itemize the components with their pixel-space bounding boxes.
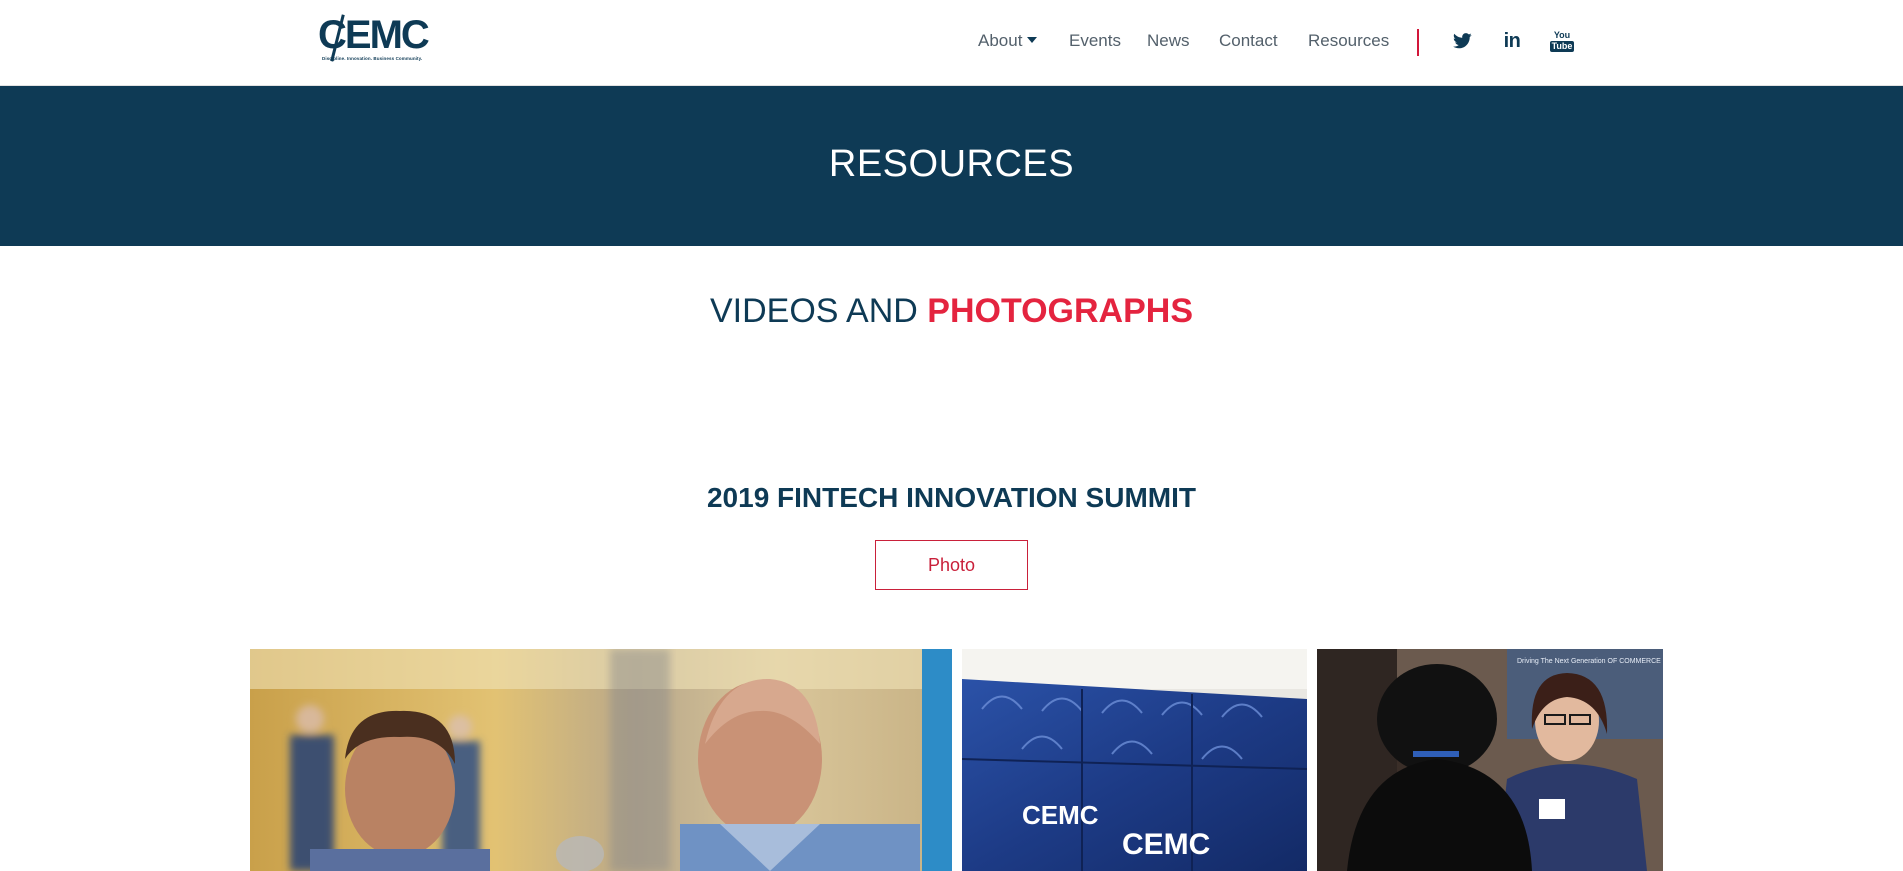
screen-text: Driving The Next Generation OF COMMERCE — [1517, 658, 1661, 665]
nav-item-about-label: About — [978, 31, 1023, 50]
youtube-icon[interactable]: You Tube — [1549, 28, 1575, 54]
logo-tagline: Discipline. Innovation. Business Communi… — [322, 56, 423, 61]
section-heading: VIDEOS AND PHOTOGRAPHS — [0, 292, 1903, 331]
page-banner: RESOURCES — [0, 86, 1903, 246]
photo-two-men-talking — [250, 649, 952, 871]
gallery-photo-3[interactable]: Driving The Next Generation OF COMMERCE — [1317, 649, 1663, 871]
bag-brand-text-1: CEMC — [1022, 800, 1099, 830]
nav-item-news[interactable]: News — [1147, 31, 1190, 51]
linkedin-glyph: in — [1503, 29, 1521, 52]
photo-speaker-greeting: Driving The Next Generation OF COMMERCE — [1317, 649, 1663, 871]
nav-item-about[interactable]: About — [978, 31, 1038, 51]
photo-gift-bags: CEMC CEMC — [962, 649, 1307, 871]
youtube-glyph: You Tube — [1549, 29, 1575, 52]
event-title: 2019 FINTECH INNOVATION SUMMIT — [706, 482, 1196, 513]
gallery-photo-1[interactable] — [250, 649, 952, 871]
page-title: RESOURCES — [828, 143, 1075, 185]
gallery-photo-2[interactable]: CEMC CEMC — [962, 649, 1307, 871]
chevron-down-icon — [1027, 37, 1038, 43]
linkedin-icon[interactable]: in — [1500, 28, 1524, 54]
photo-button[interactable]: Photo — [875, 540, 1028, 590]
bag-brand-text-2: CEMC — [1122, 828, 1210, 861]
nav-item-contact[interactable]: Contact — [1219, 31, 1278, 51]
youtube-glyph-bottom: Tube — [1549, 40, 1575, 52]
section-heading-main: VIDEOS AND — [709, 292, 918, 330]
youtube-glyph-top: You — [1553, 29, 1571, 40]
nav-item-events[interactable]: Events — [1069, 31, 1121, 51]
twitter-icon[interactable] — [1450, 28, 1474, 54]
nav-divider — [1417, 29, 1419, 56]
nav-item-resources[interactable]: Resources — [1308, 31, 1389, 51]
section-heading-accent: PHOTOGRAPHS — [927, 292, 1194, 330]
site-header: CEMC Discipline. Innovation. Business Co… — [0, 0, 1903, 86]
cemc-logo[interactable]: CEMC Discipline. Innovation. Business Co… — [318, 12, 436, 66]
